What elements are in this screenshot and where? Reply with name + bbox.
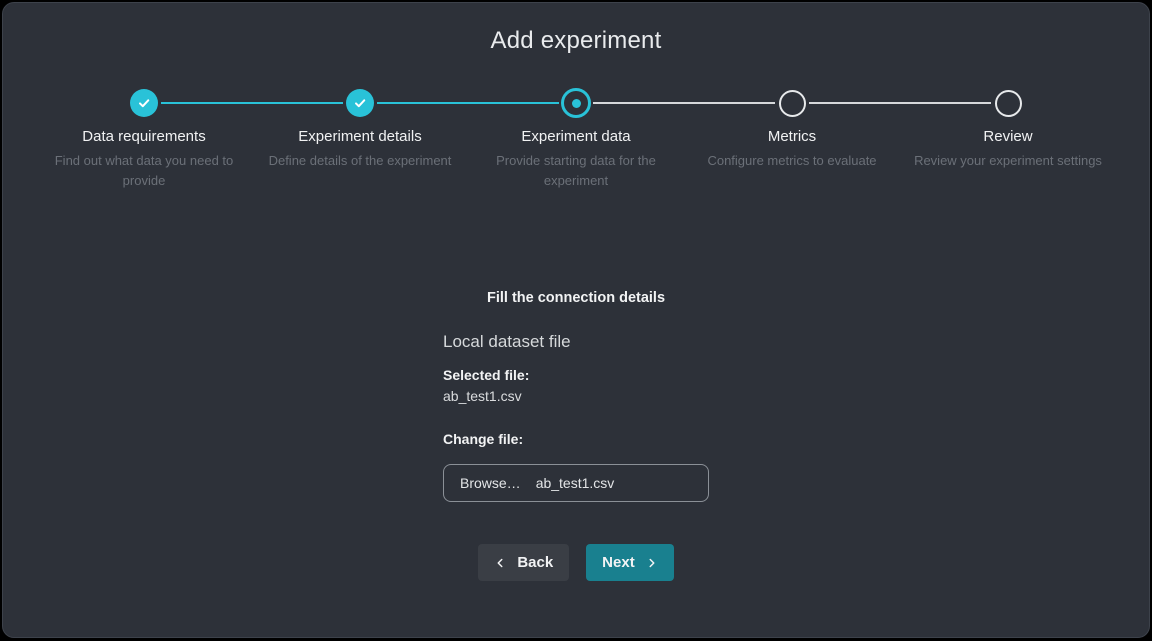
file-input-filename: ab_test1.csv bbox=[536, 475, 615, 491]
check-icon bbox=[130, 89, 158, 117]
step-description: Provide starting data for the experiment bbox=[474, 151, 679, 191]
step-title: Review bbox=[983, 128, 1032, 145]
upcoming-step-icon bbox=[779, 90, 806, 117]
step-indicator bbox=[561, 88, 591, 118]
step-indicator bbox=[130, 88, 158, 118]
back-button-label: Back bbox=[517, 554, 553, 571]
browse-button[interactable]: Browse… bbox=[460, 475, 521, 491]
step-indicator bbox=[346, 88, 374, 118]
wizard-stepper: Data requirements Find out what data you… bbox=[36, 88, 1116, 191]
step-description: Define details of the experiment bbox=[269, 151, 452, 171]
next-button-label: Next bbox=[602, 554, 635, 571]
next-button[interactable]: Next bbox=[586, 544, 674, 581]
step-indicator bbox=[779, 88, 806, 118]
check-icon bbox=[346, 89, 374, 117]
step-title: Data requirements bbox=[82, 128, 205, 145]
selected-file-value: ab_test1.csv bbox=[443, 388, 709, 404]
page-title: Add experiment bbox=[3, 27, 1149, 55]
add-experiment-dialog: Add experiment Data requirements Find ou… bbox=[2, 2, 1150, 638]
selected-file-label: Selected file: bbox=[443, 367, 709, 383]
step-description: Review your experiment settings bbox=[914, 151, 1102, 171]
current-step-icon bbox=[561, 88, 591, 118]
section-title: Local dataset file bbox=[443, 332, 709, 352]
step-review[interactable]: Review Review your experiment settings bbox=[900, 88, 1116, 191]
form-heading: Fill the connection details bbox=[3, 290, 1149, 306]
dataset-form: Local dataset file Selected file: ab_tes… bbox=[443, 332, 709, 502]
step-title: Metrics bbox=[768, 128, 816, 145]
chevron-right-icon bbox=[646, 556, 658, 570]
chevron-left-icon bbox=[494, 556, 506, 570]
step-description: Find out what data you need to provide bbox=[42, 151, 247, 191]
wizard-actions: Back Next bbox=[3, 544, 1149, 581]
step-description: Configure metrics to evaluate bbox=[707, 151, 876, 171]
step-indicator bbox=[995, 88, 1022, 118]
step-title: Experiment data bbox=[521, 128, 630, 145]
current-step-dot bbox=[572, 99, 581, 108]
change-file-label: Change file: bbox=[443, 431, 709, 447]
upcoming-step-icon bbox=[995, 90, 1022, 117]
file-upload-input[interactable]: Browse… ab_test1.csv bbox=[443, 464, 709, 502]
back-button[interactable]: Back bbox=[478, 544, 569, 581]
step-title: Experiment details bbox=[298, 128, 421, 145]
